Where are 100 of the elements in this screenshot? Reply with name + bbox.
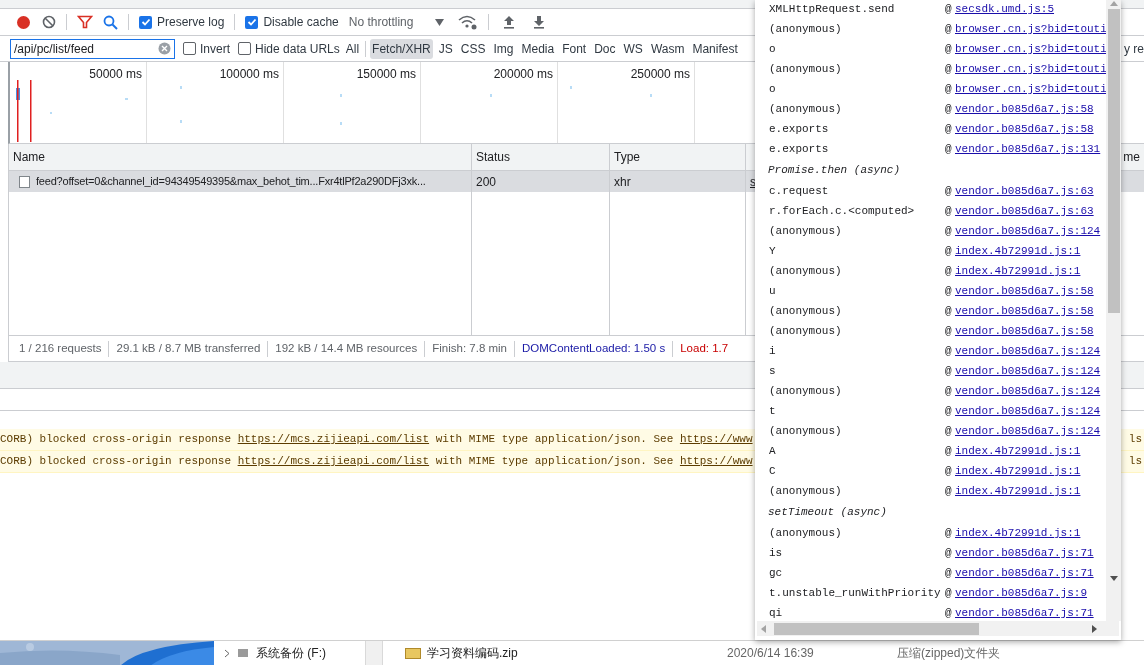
link[interactable]: https://www bbox=[679, 433, 753, 446]
source-link[interactable]: secsdk.umd.js:5 bbox=[955, 0, 1055, 18]
scroll-right-icon[interactable] bbox=[1092, 624, 1097, 633]
at-sign: @ bbox=[945, 203, 953, 219]
at-sign: @ bbox=[945, 585, 953, 601]
filter-field[interactable]: /api/pc/list/feed bbox=[10, 38, 175, 59]
timeline-tick-label: 50000 ms bbox=[89, 66, 142, 81]
source-link[interactable]: vendor.b085d6a7.js:124 bbox=[955, 382, 1101, 400]
source-link[interactable]: index.4b72991d.js:1 bbox=[955, 524, 1081, 542]
function-name: u bbox=[769, 283, 777, 299]
source-link[interactable]: browser.cn.js?bid=touti bbox=[955, 20, 1106, 38]
drive-icon bbox=[238, 649, 248, 657]
function-name: r.forEach.c.<computed> bbox=[769, 203, 916, 219]
source-link[interactable]: index.4b72991d.js:1 bbox=[955, 242, 1081, 260]
source-link[interactable]: vendor.b085d6a7.js:71 bbox=[955, 604, 1094, 621]
at-sign: @ bbox=[945, 323, 953, 339]
source-link[interactable]: vendor.b085d6a7.js:124 bbox=[955, 402, 1101, 420]
scrollbar-thumb[interactable] bbox=[774, 622, 979, 635]
horizontal-scrollbar[interactable] bbox=[757, 621, 1119, 636]
file-date: 2020/6/14 16:39 bbox=[727, 645, 815, 662]
table-cell-text: feed?offset=0&channel_id=94349549395&max_behot_tim...Fxr4tlPf2a290DFj3xk... bbox=[36, 174, 426, 190]
function-name: (anonymous) bbox=[769, 21, 843, 37]
vertical-scrollbar[interactable] bbox=[1106, 0, 1121, 621]
at-sign: @ bbox=[945, 243, 953, 259]
source-link[interactable]: vendor.b085d6a7.js:124 bbox=[955, 422, 1101, 440]
document-icon bbox=[19, 175, 30, 188]
clear-icon[interactable] bbox=[158, 42, 171, 55]
disable-cache-checkbox[interactable] bbox=[245, 15, 259, 29]
type-filter-tab[interactable]: WS bbox=[621, 38, 645, 59]
function-name: o bbox=[769, 41, 777, 57]
at-sign: @ bbox=[945, 61, 953, 77]
timeline-tick-label: 100000 ms bbox=[219, 66, 279, 81]
source-link[interactable]: browser.cn.js?bid=touti bbox=[955, 60, 1106, 78]
function-name: is bbox=[769, 545, 784, 561]
type-filter-tab[interactable]: JS bbox=[436, 38, 455, 59]
source-link[interactable]: browser.cn.js?bid=touti bbox=[955, 80, 1106, 98]
function-name: (anonymous) bbox=[769, 61, 843, 77]
at-sign: @ bbox=[945, 121, 953, 137]
at-sign: @ bbox=[945, 141, 953, 157]
source-link[interactable]: vendor.b085d6a7.js:9 bbox=[955, 584, 1088, 602]
function-name: (anonymous) bbox=[769, 525, 843, 541]
column-header[interactable]: Name bbox=[13, 148, 45, 166]
source-link[interactable]: vendor.b085d6a7.js:131 bbox=[955, 140, 1101, 158]
function-name: o bbox=[769, 81, 777, 97]
filter-icon[interactable] bbox=[77, 15, 93, 29]
invert-checkbox[interactable] bbox=[183, 42, 196, 55]
clear-icon[interactable] bbox=[42, 15, 56, 29]
download-icon[interactable] bbox=[533, 15, 546, 29]
link[interactable]: https://mcs.zijieapi.com/list bbox=[237, 455, 430, 468]
source-link[interactable]: vendor.b085d6a7.js:124 bbox=[955, 362, 1101, 380]
search-icon[interactable] bbox=[103, 14, 118, 30]
status-text: 29.1 kB / 8.7 MB transferred bbox=[116, 340, 261, 356]
function-name: t.unstable_runWithPriority bbox=[769, 585, 942, 601]
source-link[interactable]: vendor.b085d6a7.js:63 bbox=[955, 202, 1094, 220]
source-link[interactable]: vendor.b085d6a7.js:58 bbox=[955, 282, 1094, 300]
source-link[interactable]: index.4b72991d.js:1 bbox=[955, 442, 1081, 460]
source-link[interactable]: vendor.b085d6a7.js:58 bbox=[955, 302, 1094, 320]
preserve-log-checkbox[interactable] bbox=[139, 15, 152, 29]
source-link[interactable]: vendor.b085d6a7.js:71 bbox=[955, 564, 1094, 582]
type-filter-tab[interactable]: CSS bbox=[458, 38, 488, 59]
throttling-dropdown[interactable]: No throttling bbox=[348, 13, 445, 31]
source-link[interactable]: index.4b72991d.js:1 bbox=[955, 482, 1081, 500]
table-cell-text: s bbox=[750, 173, 756, 191]
text-fragment: y re bbox=[1123, 40, 1144, 58]
source-link[interactable]: vendor.b085d6a7.js:124 bbox=[955, 222, 1101, 240]
network-settings-icon[interactable] bbox=[458, 14, 479, 30]
type-filter-tab[interactable]: Media bbox=[519, 38, 557, 59]
type-filter-tab[interactable]: All bbox=[343, 38, 362, 59]
source-link[interactable]: browser.cn.js?bid=touti bbox=[955, 40, 1106, 58]
type-filter-tab[interactable]: Font bbox=[560, 38, 589, 59]
source-link[interactable]: vendor.b085d6a7.js:58 bbox=[955, 120, 1094, 138]
scroll-down-icon[interactable] bbox=[1109, 576, 1118, 581]
file-name[interactable]: 学习资料编码.zip bbox=[427, 644, 727, 662]
timeline-tick-label: 250000 ms bbox=[630, 66, 690, 81]
source-link[interactable]: vendor.b085d6a7.js:58 bbox=[955, 322, 1094, 340]
type-filter-tab[interactable]: Img bbox=[491, 38, 516, 59]
checkbox-label: Invert bbox=[200, 40, 230, 58]
type-filter-tab[interactable]: Wasm bbox=[648, 38, 687, 59]
checkbox-label: Preserve log bbox=[157, 14, 225, 31]
at-sign: @ bbox=[945, 303, 953, 319]
scrollbar-thumb[interactable] bbox=[1107, 9, 1120, 313]
type-filter-tab[interactable]: Manifest bbox=[690, 38, 740, 59]
source-link[interactable]: index.4b72991d.js:1 bbox=[955, 262, 1081, 280]
source-link[interactable]: index.4b72991d.js:1 bbox=[955, 462, 1081, 480]
source-link[interactable]: vendor.b085d6a7.js:58 bbox=[955, 100, 1094, 118]
console-warning-message: CORB) blocked cross-origin response https://mcs.zijieapi.com/list with MIME type application/json. See https://www bbox=[0, 454, 753, 470]
source-link[interactable]: vendor.b085d6a7.js:124 bbox=[955, 342, 1101, 360]
column-header[interactable]: Status bbox=[476, 148, 511, 166]
link[interactable]: https://mcs.zijieapi.com/list bbox=[237, 433, 430, 446]
function-name: (anonymous) bbox=[769, 323, 843, 339]
column-header[interactable]: Type bbox=[614, 148, 640, 166]
at-sign: @ bbox=[945, 483, 953, 499]
type-filter-tab[interactable]: Fetch/XHR bbox=[370, 38, 433, 59]
type-filter-tab[interactable]: Doc bbox=[592, 38, 618, 59]
link[interactable]: https://www bbox=[679, 455, 753, 468]
hide-data-urls-checkbox[interactable] bbox=[238, 42, 251, 55]
chevron-icon[interactable] bbox=[224, 648, 230, 658]
source-link[interactable]: vendor.b085d6a7.js:71 bbox=[955, 544, 1094, 562]
upload-icon[interactable] bbox=[503, 15, 516, 29]
function-name: e.exports bbox=[769, 141, 830, 157]
